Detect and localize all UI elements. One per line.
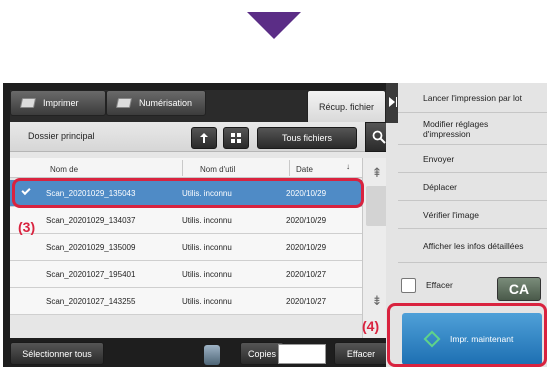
delete-label: Effacer [346,348,376,359]
delete-button[interactable]: Effacer [334,342,388,365]
grid-view-button[interactable] [223,127,249,149]
clear-all-button[interactable]: CA [497,277,541,301]
file-name: Scan_20201029_135009 [46,243,136,252]
tab-retrieve-file-label: Récup. fichier [318,101,375,112]
table-row[interactable]: Scan_20201029_134037 Utilis. inconnu 202… [10,207,362,234]
column-divider [182,160,183,176]
sort-down-icon: ↓ [346,162,350,171]
file-user: Utilis. inconnu [182,216,232,225]
column-header-user[interactable]: Nom d'util [200,165,235,174]
all-files-label: Tous fichiers [281,133,333,143]
file-user: Utilis. inconnu [182,270,232,279]
file-date: 2020/10/29 [286,243,327,252]
copies-label: Copies [247,348,276,359]
tab-retrieve-file[interactable]: Récup. fichier [307,90,386,122]
chevron-double-down-icon: ⇟ [371,293,383,308]
column-header-row: Nom de Nom d'util Date ↓ [10,158,362,178]
show-details-action[interactable]: Afficher les infos détaillées [398,229,547,263]
column-header-name[interactable]: Nom de [50,165,78,174]
select-all-label: Sélectionner tous [22,348,92,359]
all-files-button[interactable]: Tous fichiers [257,127,357,149]
screen: Imprimer Numérisation Récup. fichier Dos… [0,0,547,367]
erase-label: Effacer [426,280,453,290]
file-user: Utilis. inconnu [182,297,232,306]
file-name: Scan_20201027_195401 [46,270,136,279]
clear-all-label: CA [508,281,530,297]
tab-print-label: Imprimer [43,98,79,108]
grid-icon [231,133,241,143]
highlight-print-button [387,303,547,367]
copies-input[interactable] [278,344,326,364]
file-user: Utilis. inconnu [182,243,232,252]
file-name: Scan_20201029_134037 [46,216,136,225]
file-date: 2020/10/27 [286,270,327,279]
file-date: 2020/10/29 [286,216,327,225]
scrollbar-thumb[interactable] [366,186,388,226]
check-image-action[interactable]: Vérifier l'image [398,201,547,229]
callout-step-3: (3) [18,219,36,235]
send-action[interactable]: Envoyer [398,145,547,173]
file-name: Scan_20201027_143255 [46,297,136,306]
tab-scan[interactable]: Numérisation [106,90,206,116]
tab-scan-label: Numérisation [139,98,193,108]
table-row[interactable]: Scan_20201027_143255 Utilis. inconnu 202… [10,288,362,315]
folder-name: Dossier principal [28,131,95,141]
erase-checkbox[interactable] [401,278,416,293]
move-action[interactable]: Déplacer [398,173,547,201]
column-divider [289,160,290,176]
callout-step-4: (4) [362,318,380,334]
play-icon-bar [396,97,397,107]
up-arrow-icon [200,133,208,143]
table-row[interactable]: Scan_20201027_195401 Utilis. inconnu 202… [10,261,362,288]
select-all-button[interactable]: Sélectionner tous [10,342,104,365]
chevron-double-up-icon: ⇞ [371,165,383,180]
scroll-top-button[interactable]: ⇞ [366,162,388,184]
file-date: 2020/10/27 [286,297,327,306]
table-row[interactable]: Scan_20201029_135009 Utilis. inconnu 202… [10,234,362,261]
search-icon [372,130,386,144]
play-icon [389,97,395,107]
print-icon [19,98,37,108]
tab-print[interactable]: Imprimer [10,90,106,116]
scroll-bottom-button[interactable]: ⇟ [366,290,388,312]
up-folder-button[interactable] [191,127,217,149]
modify-print-settings-action[interactable]: Modifier réglages d'impression [398,113,547,145]
highlight-selected-row [12,178,364,208]
scan-icon [115,98,133,108]
batch-print-action[interactable]: Lancer l'impression par lot [398,83,547,113]
copies-icon [204,345,220,365]
down-arrow-indicator [247,12,301,39]
column-header-date[interactable]: Date [296,165,313,174]
